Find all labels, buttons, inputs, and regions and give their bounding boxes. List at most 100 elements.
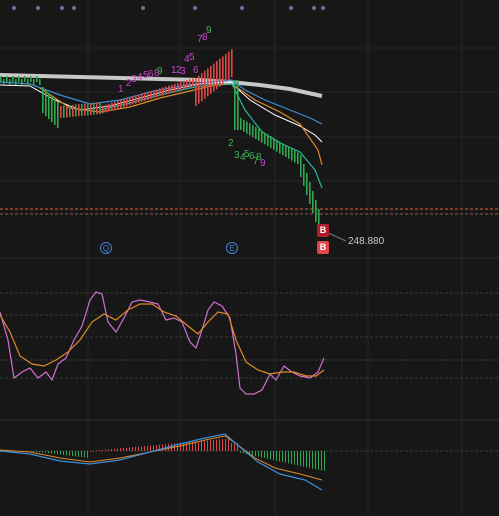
macd-bar (81, 451, 82, 458)
candle (270, 136, 272, 148)
candle (183, 81, 185, 90)
candlestick-chart[interactable]: 1 2 3 4 5 6 8 9 1 2 3 4 5 6 7 8 9 2 3 4 … (0, 0, 499, 516)
candle (45, 90, 47, 116)
td-digit: 9 (206, 25, 212, 36)
candle (204, 70, 206, 99)
macd-bar (222, 439, 223, 451)
candle (201, 73, 203, 102)
candle (150, 91, 152, 99)
candle (282, 143, 284, 156)
td-digit: 6 (193, 65, 199, 76)
candle (300, 155, 302, 177)
td-digit: 9 (157, 66, 163, 77)
candle (84, 103, 86, 116)
earnings-e-icon[interactable]: E (226, 242, 238, 254)
candle (165, 86, 167, 95)
candle (9, 79, 11, 85)
macd-bar (306, 451, 307, 468)
candle (255, 127, 257, 139)
macd-bar (135, 446, 136, 451)
candle (195, 78, 197, 106)
candle (33, 79, 35, 85)
candle (108, 103, 110, 112)
macd-bar (201, 441, 202, 451)
candle (135, 95, 137, 104)
buy-signal-marker[interactable]: B (317, 224, 329, 237)
candle (69, 105, 71, 118)
macd-bar (252, 451, 253, 456)
earnings-q-icon[interactable]: Q (100, 242, 112, 254)
candle (294, 150, 296, 163)
macd-bar (63, 451, 64, 455)
macd-bar (240, 451, 241, 453)
candle (216, 61, 218, 90)
candle (54, 99, 56, 125)
candle (186, 80, 188, 89)
macd-bar (147, 445, 148, 451)
candle (147, 91, 149, 100)
td-digit: 1 (118, 84, 124, 95)
candle (252, 125, 254, 138)
candle (231, 49, 233, 78)
macd-bar (309, 451, 310, 468)
candle (246, 121, 248, 134)
candle (63, 105, 65, 118)
macd-bar (123, 448, 124, 451)
candle (60, 106, 62, 118)
macd-bar (270, 451, 271, 460)
candle (225, 54, 227, 82)
candle (273, 137, 275, 150)
macd-bar (210, 440, 211, 451)
candle (240, 118, 242, 130)
macd-bar (132, 447, 133, 451)
candle (162, 87, 164, 96)
macd-bar (144, 446, 145, 451)
candle (51, 96, 53, 122)
candle (144, 92, 146, 101)
buy-signal-marker[interactable]: B (317, 241, 329, 254)
candle (81, 103, 83, 116)
macd-bar (315, 451, 316, 470)
macd-bar (69, 451, 70, 456)
candle (156, 89, 158, 98)
chart-app: 1 2 3 4 5 6 8 9 1 2 3 4 5 6 7 8 9 2 3 4 … (0, 0, 499, 516)
candle (102, 105, 104, 114)
candle (39, 79, 41, 85)
macd-bar (108, 449, 109, 451)
candle (18, 76, 20, 82)
candle (222, 56, 224, 85)
candle (210, 66, 212, 94)
candle (267, 134, 269, 147)
candle (120, 100, 122, 108)
candle (78, 104, 80, 117)
candle (237, 80, 239, 130)
candle (312, 191, 314, 213)
macd-histogram (0, 438, 325, 471)
candle (285, 145, 287, 157)
candle (207, 68, 209, 97)
candle (42, 87, 44, 113)
candle (234, 80, 236, 130)
macd-bar (78, 451, 79, 457)
macd-bar (219, 439, 220, 451)
candle (306, 173, 308, 195)
candle (258, 128, 260, 141)
macd-bar (36, 451, 37, 452)
macd-bar (60, 451, 61, 455)
macd-bar (66, 451, 67, 456)
macd-bar (279, 451, 280, 462)
candle (96, 102, 98, 115)
candle (159, 88, 161, 97)
macd-lines (0, 433, 323, 491)
candle (111, 102, 113, 111)
candle (6, 76, 8, 82)
candle (87, 103, 89, 116)
macd-bar (234, 443, 235, 451)
candle (189, 79, 191, 88)
macd-bar (267, 451, 268, 459)
macd-bar (321, 451, 322, 471)
kdj-levels (0, 292, 499, 379)
candle (57, 102, 59, 128)
candle (117, 100, 119, 109)
candle (72, 104, 74, 117)
